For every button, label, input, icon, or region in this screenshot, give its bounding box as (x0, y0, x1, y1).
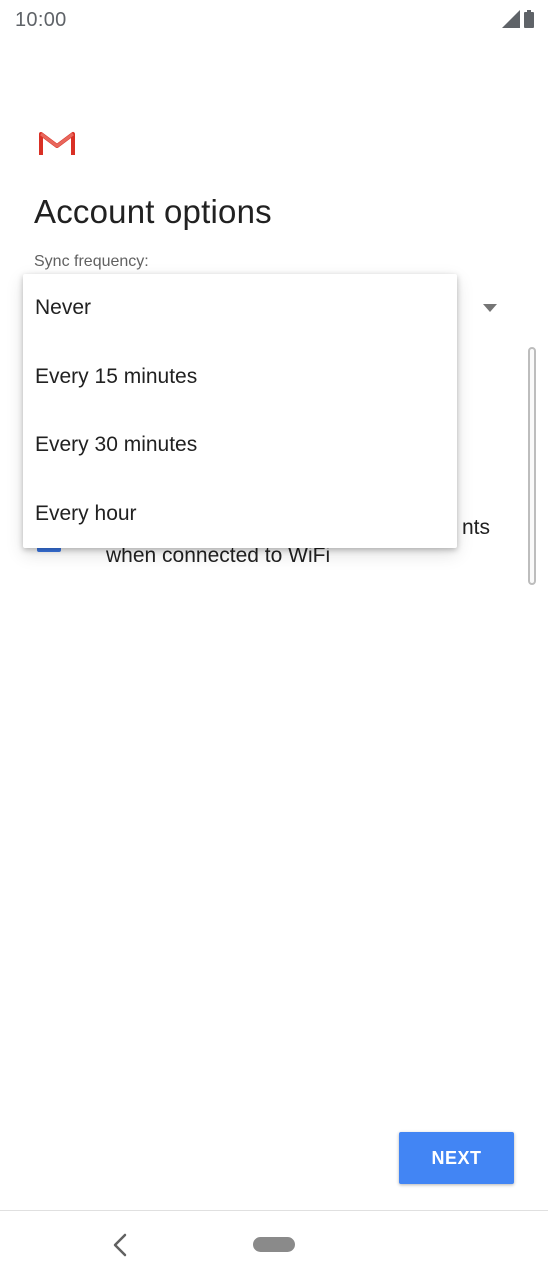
menu-item-every-15-minutes[interactable]: Every 15 minutes (23, 343, 457, 412)
battery-icon (524, 10, 534, 28)
menu-item-never[interactable]: Never (23, 274, 457, 343)
home-pill-icon[interactable] (253, 1237, 295, 1252)
gmail-logo-icon (39, 132, 75, 155)
account-options-screen: 10:00 Account options Sync frequency: nt… (0, 0, 548, 1278)
status-time: 10:00 (15, 9, 67, 31)
status-icons (502, 10, 534, 28)
back-icon[interactable] (108, 1231, 132, 1259)
menu-item-every-30-minutes[interactable]: Every 30 minutes (23, 411, 457, 480)
navigation-bar (0, 1210, 548, 1278)
next-button[interactable]: NEXT (399, 1132, 514, 1184)
menu-item-every-hour[interactable]: Every hour (23, 480, 457, 549)
dropdown-arrow-icon[interactable] (483, 304, 497, 312)
sync-frequency-menu: Never Every 15 minutes Every 30 minutes … (23, 274, 457, 548)
scrollbar[interactable] (528, 347, 536, 585)
sync-frequency-label: Sync frequency: (34, 253, 149, 270)
signal-icon (502, 10, 520, 28)
page-title: Account options (34, 193, 272, 230)
status-bar: 10:00 (0, 0, 548, 42)
